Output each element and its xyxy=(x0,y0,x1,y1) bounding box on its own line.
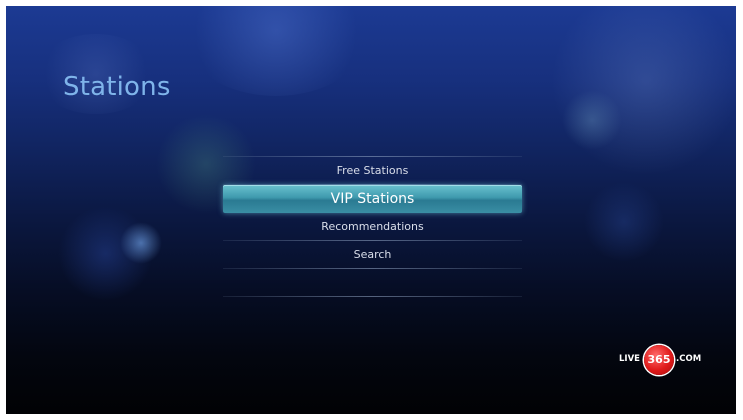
live365-logo: LIVE 365 .COM xyxy=(619,343,702,377)
menu-item-vip-stations[interactable]: VIP Stations xyxy=(223,185,522,213)
bokeh-light xyxy=(584,182,664,262)
bokeh-light xyxy=(120,222,162,264)
bokeh-light xyxy=(551,6,736,176)
menu-empty-row xyxy=(223,269,522,296)
menu-item-recommendations[interactable]: Recommendations xyxy=(223,213,522,240)
menu-divider xyxy=(223,296,522,297)
menu-item-search[interactable]: Search xyxy=(223,241,522,268)
bokeh-light xyxy=(562,90,622,150)
media-player-screen: Stations Free Stations VIP Stations Reco… xyxy=(6,6,736,414)
logo-live-text: LIVE xyxy=(619,354,640,364)
menu-item-free-stations[interactable]: Free Stations xyxy=(223,157,522,184)
page-title: Stations xyxy=(63,72,171,102)
logo-365-badge: 365 xyxy=(644,345,674,375)
stations-menu: Free Stations VIP Stations Recommendatio… xyxy=(223,156,522,297)
bokeh-light xyxy=(181,6,371,96)
bokeh-light xyxy=(58,206,153,301)
logo-com-text: .COM xyxy=(676,354,702,364)
